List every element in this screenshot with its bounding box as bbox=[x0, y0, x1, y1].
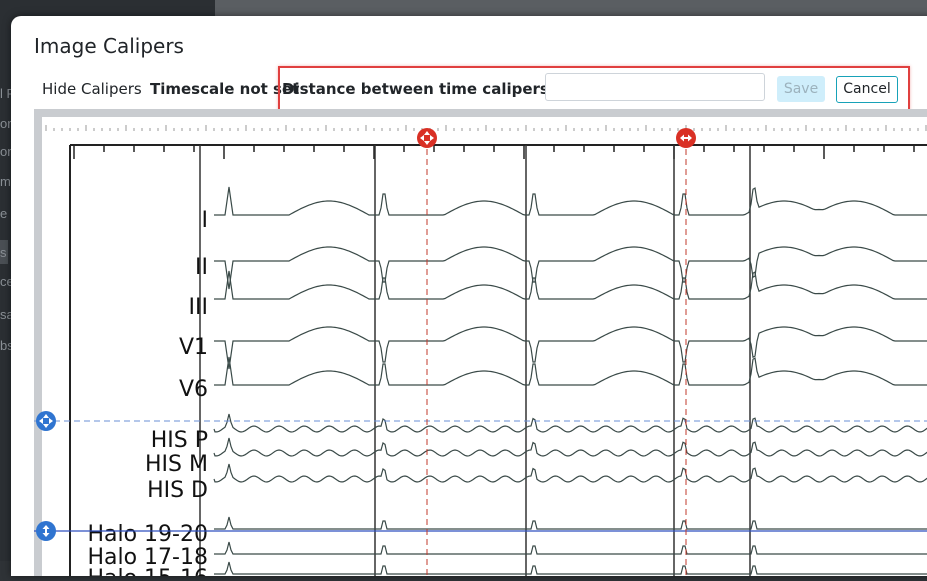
time-caliper-handle-resize-icon[interactable] bbox=[676, 128, 696, 148]
image-calipers-modal: Image Calipers Hide Calipers Timescale n… bbox=[11, 16, 927, 581]
lead-label-i: I bbox=[202, 208, 209, 233]
background-text: m bbox=[0, 174, 11, 189]
background-topbar bbox=[215, 0, 927, 16]
modal-title: Image Calipers bbox=[34, 34, 184, 58]
cancel-button[interactable]: Cancel bbox=[836, 76, 898, 103]
amplitude-caliper-handle-move-icon[interactable] bbox=[36, 411, 56, 431]
amplitude-caliper-handle-resize-icon[interactable] bbox=[36, 521, 56, 541]
lead-label-his-d: HIS D bbox=[147, 478, 208, 503]
background-text: or bbox=[0, 144, 12, 159]
ecg-paper bbox=[42, 137, 927, 576]
lead-label-his-p: HIS P bbox=[151, 428, 208, 453]
distance-input[interactable] bbox=[545, 73, 765, 101]
lead-label-his-m: HIS M bbox=[145, 452, 208, 477]
timescale-status: Timescale not set bbox=[150, 80, 300, 98]
lead-label-v6: V6 bbox=[179, 377, 208, 402]
hide-calipers-button[interactable]: Hide Calipers bbox=[42, 80, 142, 98]
save-button[interactable]: Save bbox=[777, 76, 825, 102]
lead-label-iii: III bbox=[189, 295, 208, 320]
background-text: s bbox=[0, 245, 7, 260]
time-caliper-handle-move-icon[interactable] bbox=[417, 128, 437, 148]
ruler-strip bbox=[42, 117, 927, 137]
lead-label-halo-15-16: Halo 15-16 bbox=[87, 566, 208, 576]
ecg-image: I II III V1 V6 HIS P HIS M HIS D Halo 19… bbox=[34, 117, 927, 581]
lead-label-ii: II bbox=[195, 255, 208, 280]
ecg-canvas[interactable]: I II III V1 V6 HIS P HIS M HIS D Halo 19… bbox=[34, 109, 927, 581]
lead-label-v1: V1 bbox=[179, 335, 208, 360]
lead-label-halo-19-20: Halo 19-20 bbox=[87, 522, 208, 547]
